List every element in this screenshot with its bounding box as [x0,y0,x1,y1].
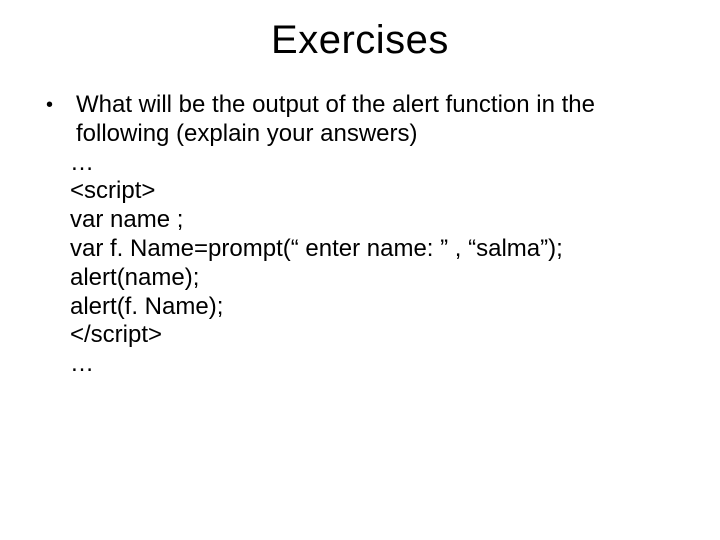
slide-title: Exercises [0,0,720,63]
code-line-3: var name ; [70,206,680,235]
slide: Exercises • What will be the output of t… [0,0,720,540]
bullet-item: • What will be the output of the alert f… [40,91,680,149]
code-line-8: … [70,350,680,379]
code-line-7: </script> [70,321,680,350]
code-line-6: alert(f. Name); [70,293,680,322]
code-line-5: alert(name); [70,264,680,293]
bullet-dot-icon: • [40,91,76,119]
slide-body: • What will be the output of the alert f… [0,63,720,379]
code-block: … <script> var name ; var f. Name=prompt… [40,149,680,379]
code-line-1: … [70,149,680,178]
bullet-text: What will be the output of the alert fun… [76,91,680,149]
code-line-2: <script> [70,177,680,206]
code-line-4: var f. Name=prompt(“ enter name: ” , “sa… [70,235,680,264]
